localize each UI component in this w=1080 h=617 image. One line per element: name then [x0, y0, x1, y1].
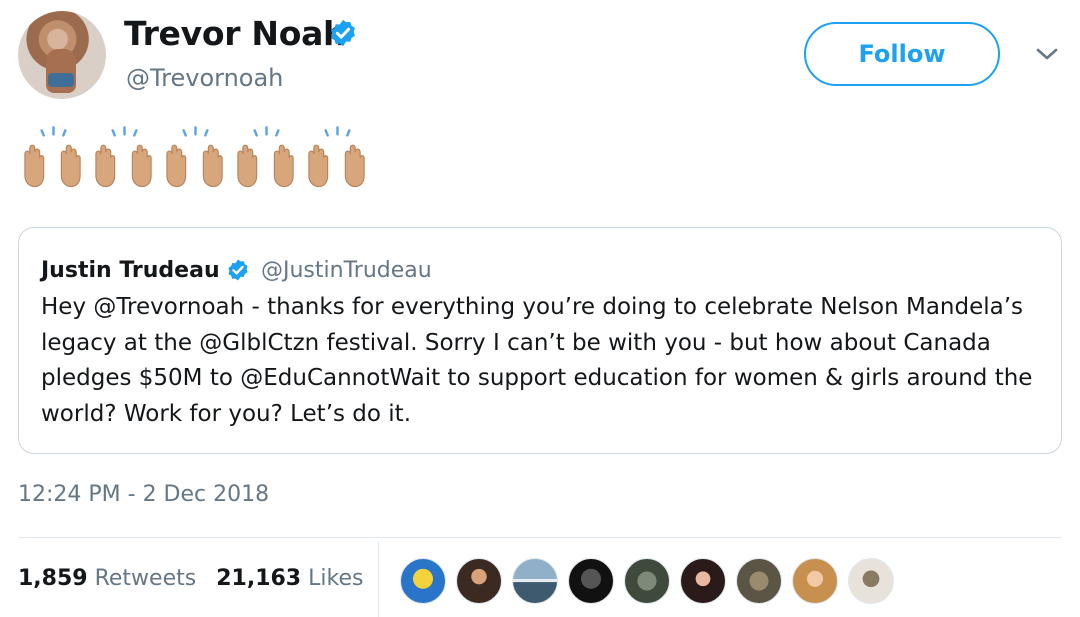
raising-hands-emoji-icon	[237, 126, 294, 188]
follow-button[interactable]: Follow	[804, 22, 1000, 86]
tweet-card: Trevor Noah @Trevornoah Follow Justin Tr…	[0, 0, 1080, 617]
verified-badge-icon	[228, 259, 248, 281]
tweet-body-emoji	[20, 124, 371, 190]
liker-avatar[interactable]	[400, 558, 446, 604]
raising-hands-emoji-icon	[24, 126, 81, 188]
liker-avatars	[400, 558, 894, 604]
likes-stat[interactable]: 21,163 Likes	[216, 566, 363, 591]
tweet-timestamp[interactable]: 12:24 PM - 2 Dec 2018	[18, 482, 269, 507]
raising-hands-emoji-icon	[95, 126, 152, 188]
chevron-down-icon[interactable]	[1034, 44, 1060, 64]
quoted-tweet[interactable]: Justin Trudeau @JustinTrudeau Hey @Trevo…	[18, 227, 1062, 454]
likes-count: 21,163	[216, 566, 302, 591]
verified-badge-icon	[331, 19, 355, 47]
liker-avatar[interactable]	[792, 558, 838, 604]
author-avatar[interactable]	[18, 11, 106, 99]
liker-avatar[interactable]	[512, 558, 558, 604]
retweets-label: Retweets	[94, 566, 197, 591]
liker-avatar[interactable]	[456, 558, 502, 604]
liker-avatar[interactable]	[568, 558, 614, 604]
liker-avatar[interactable]	[848, 558, 894, 604]
liker-avatar[interactable]	[680, 558, 726, 604]
liker-avatar[interactable]	[736, 558, 782, 604]
raising-hands-emoji-icon	[308, 126, 365, 188]
tweet-stats: 1,859 Retweets 21,163 Likes	[18, 566, 363, 591]
raising-hands-emoji-icon	[166, 126, 223, 188]
retweets-stat[interactable]: 1,859 Retweets	[18, 566, 196, 591]
quoted-author-handle: @JustinTrudeau	[261, 258, 432, 283]
liker-avatar[interactable]	[624, 558, 670, 604]
likes-label: Likes	[308, 566, 364, 591]
author-handle[interactable]: @Trevornoah	[126, 64, 283, 92]
divider	[18, 537, 1062, 538]
divider-vertical	[378, 542, 379, 617]
retweets-count: 1,859	[18, 566, 88, 591]
quoted-tweet-text: Hey @Trevornoah - thanks for everything …	[41, 294, 1033, 427]
author-name[interactable]: Trevor Noah	[124, 14, 347, 53]
quoted-author-name: Justin Trudeau	[41, 258, 220, 283]
